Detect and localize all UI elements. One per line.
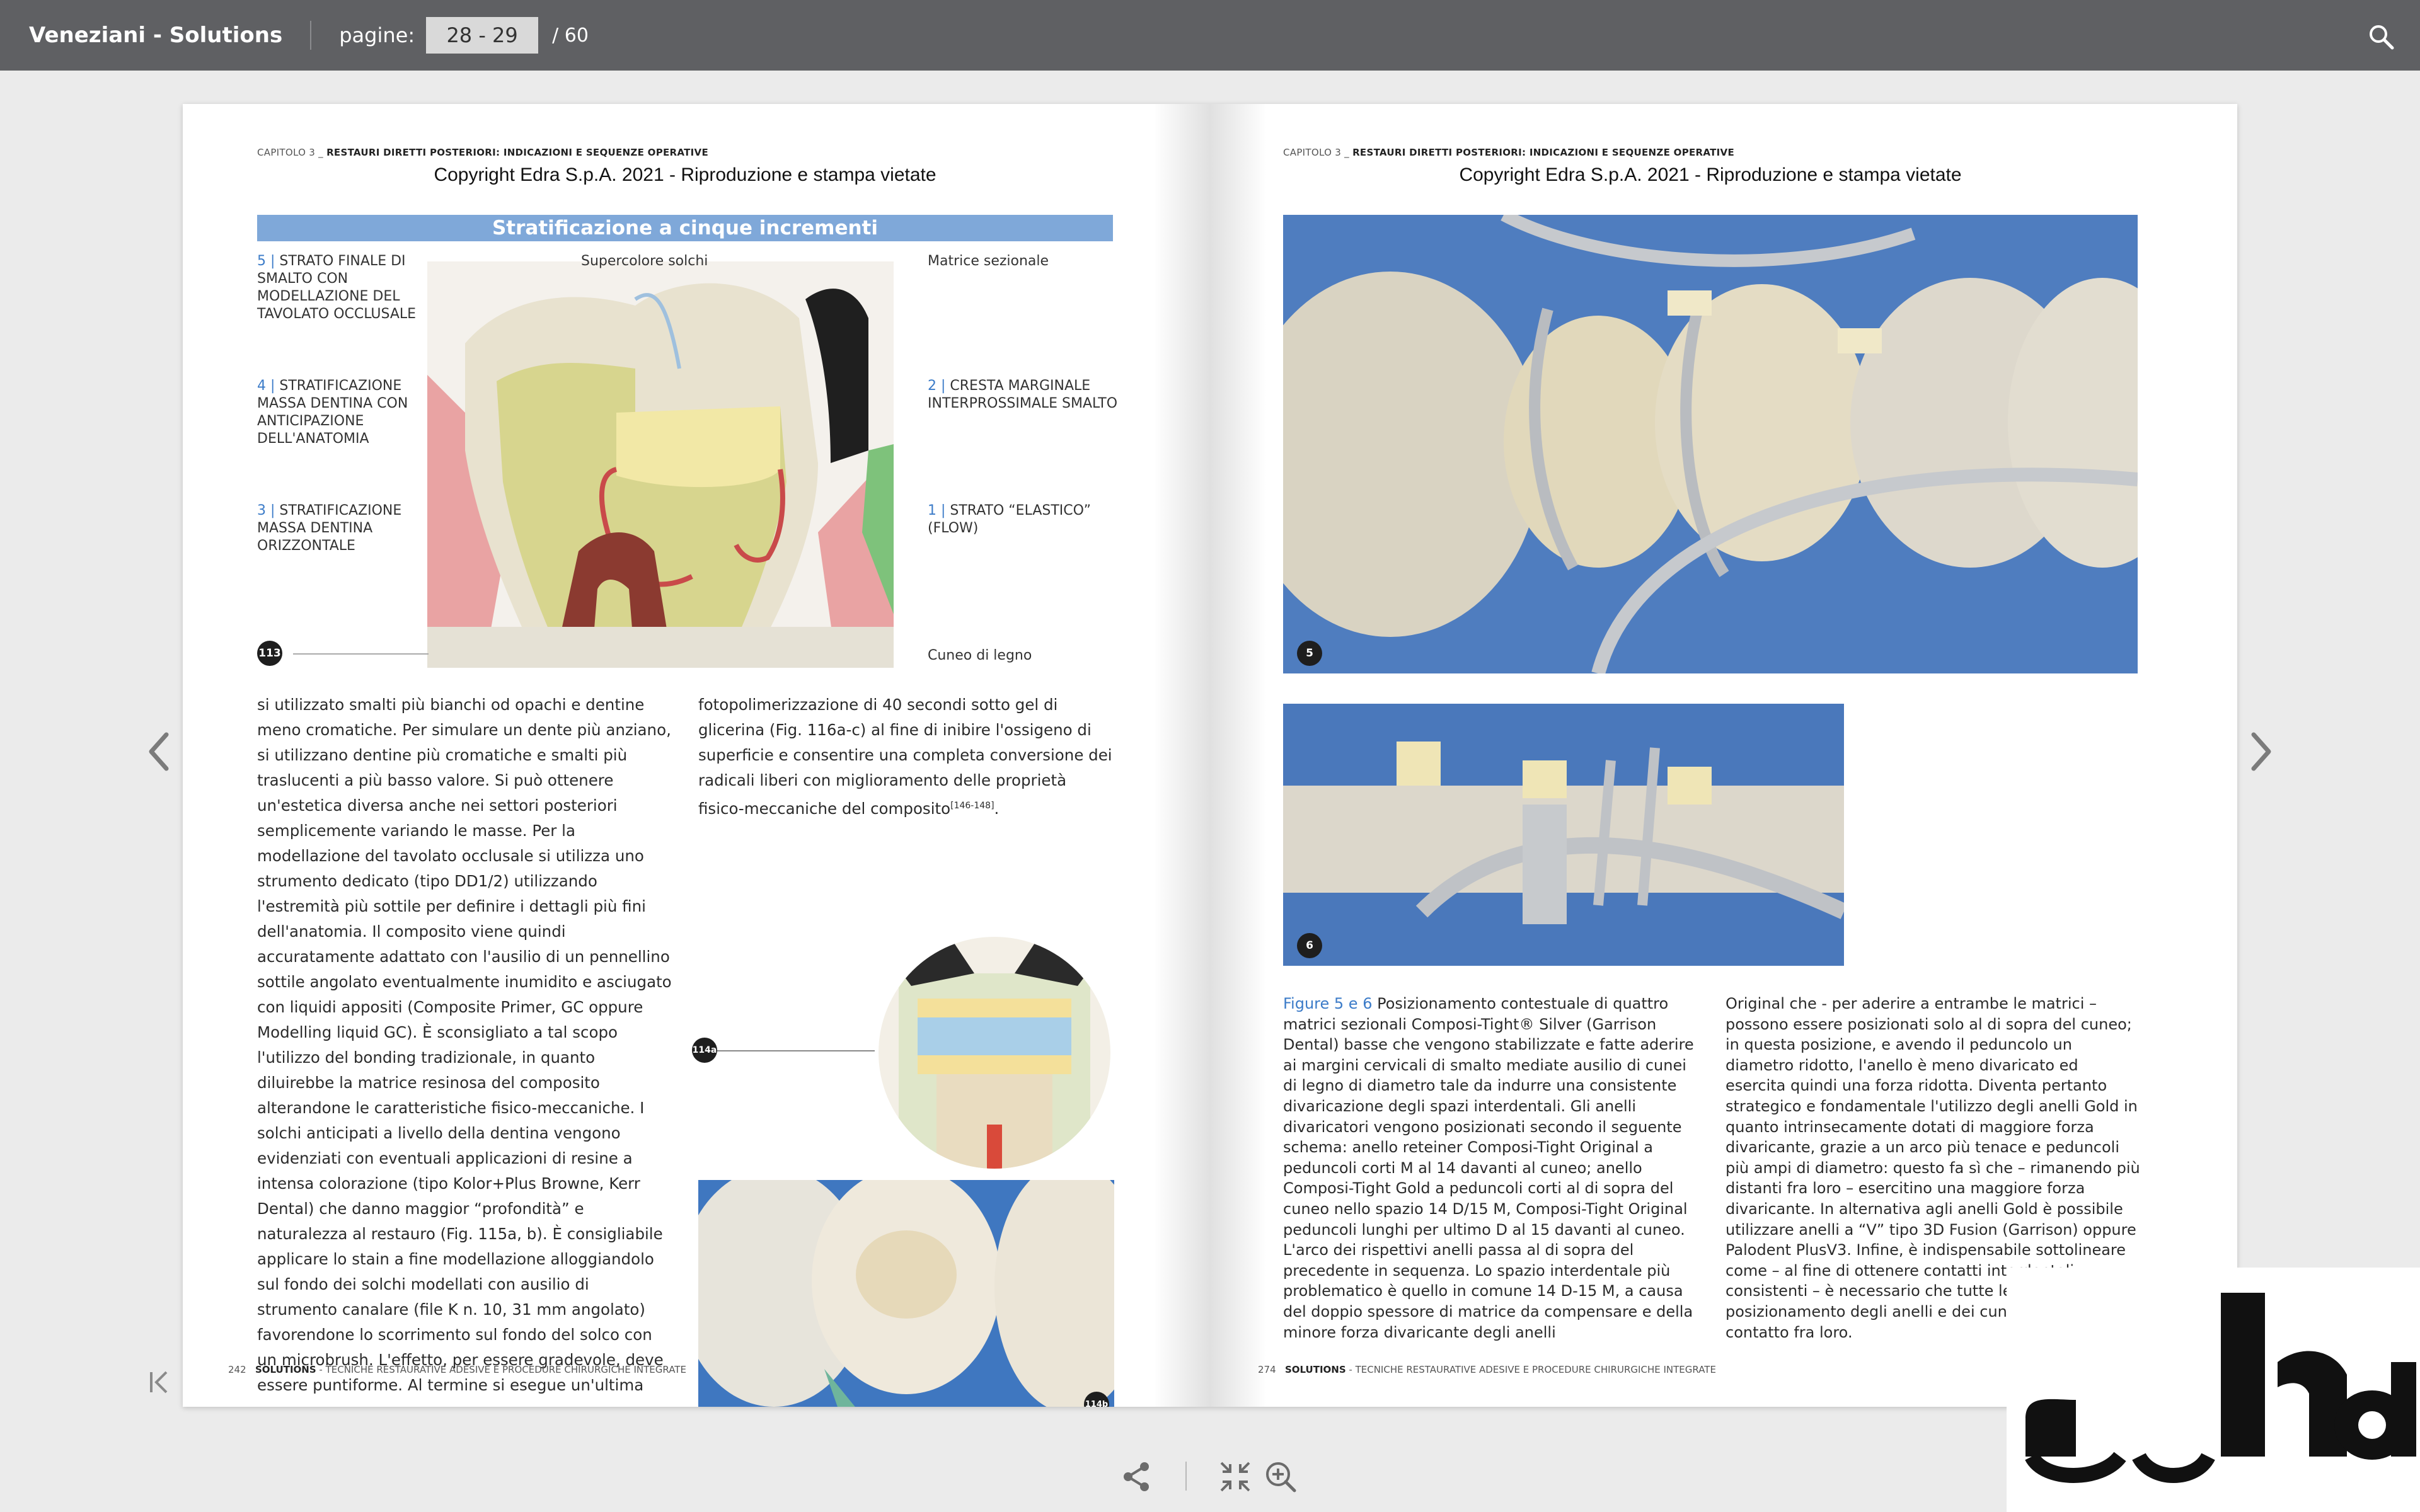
figure-badge-6: 6 [1297, 933, 1322, 958]
body-text-column-1: si utilizzato smalti più bianchi od opac… [257, 696, 672, 1394]
copyright-notice: Copyright Edra S.p.A. 2021 - Riproduzion… [434, 164, 936, 185]
running-head: CAPITOLO 3 _ RESTAURI DIRETTI POSTERIORI… [257, 147, 709, 158]
figure-label-cuneo: Cuneo di legno [928, 648, 1032, 663]
search-icon[interactable] [2367, 23, 2395, 50]
right-page: CAPITOLO 3 _ RESTAURI DIRETTI POSTERIORI… [1210, 104, 2237, 1407]
page-gutter-shadow [1153, 104, 1210, 1407]
figure-label-layer-1: 1 | STRATO “ELASTICO” (FLOW) [928, 503, 1091, 536]
page-gutter-shadow [1210, 104, 1267, 1407]
figure-caption-column-1: Figure 5 e 6 Posizionamento contestuale … [1283, 995, 1694, 1341]
share-icon[interactable] [1119, 1459, 1155, 1494]
matrix-placement-photo-5 [1283, 215, 2138, 673]
document-title: Veneziani - Solutions [29, 23, 283, 48]
toolbar-divider [1185, 1462, 1187, 1491]
figure-title: Stratificazione a cinque incrementi [257, 215, 1113, 241]
left-page: CAPITOLO 3 _ RESTAURI DIRETTI POSTERIORI… [183, 104, 1210, 1407]
shrink-icon[interactable] [1218, 1459, 1253, 1494]
zoom-in-icon[interactable] [1263, 1459, 1298, 1494]
figure-label-layer-4: 4 | STRATIFICAZIONE MASSA DENTINA CON AN… [257, 378, 408, 447]
tooth-section-circle-illustration [879, 937, 1110, 1169]
book-spread: CAPITOLO 3 _ RESTAURI DIRETTI POSTERIORI… [183, 104, 2237, 1407]
tooth-stratification-illustration [427, 261, 894, 668]
top-toolbar: Veneziani - Solutions pagine: / 60 [0, 0, 2420, 71]
copyright-notice: Copyright Edra S.p.A. 2021 - Riproduzion… [1459, 164, 1962, 185]
edra-logo [2007, 1268, 2420, 1512]
page-footer: 274 SOLUTIONS - TECNICHE RESTAURATIVE AD… [1258, 1364, 1716, 1375]
figure-leader-line [705, 1050, 875, 1051]
figure-label-layer-5: 5 | STRATO FINALE DI SMALTO CON MODELLAZ… [257, 253, 417, 322]
toolbar-divider [310, 21, 312, 50]
page-total: / 60 [552, 24, 589, 47]
running-head: CAPITOLO 3 _ RESTAURI DIRETTI POSTERIORI… [1283, 147, 1735, 158]
figure-label-layer-2: 2 | CRESTA MARGINALE INTERPROSSIMALE SMA… [928, 378, 1118, 411]
chevron-left-icon[interactable] [140, 723, 178, 780]
figure-badge-114a: 114a [692, 1038, 717, 1063]
page-number-input[interactable] [426, 17, 539, 54]
matrix-placement-photo-6 [1283, 704, 1844, 966]
occlusal-teeth-photo [698, 1180, 1114, 1407]
pages-label: pagine: [339, 23, 415, 47]
figure-label-matrice: Matrice sezionale [928, 253, 1049, 269]
chevron-right-icon[interactable] [2242, 723, 2280, 780]
figure-badge-113: 113 [257, 641, 282, 666]
figure-leader-line [293, 653, 429, 655]
page-footer: 242 SOLUTIONS - TECNICHE RESTAURATIVE AD… [228, 1364, 686, 1375]
first-page-icon[interactable] [142, 1365, 178, 1400]
figure-label-layer-3: 3 | STRATIFICAZIONE MASSA DENTINA ORIZZO… [257, 503, 402, 554]
figure-badge-5: 5 [1297, 641, 1322, 666]
body-text-column-2: fotopolimerizzazione di 40 secondi sotto… [698, 696, 1112, 818]
figure-label-supercolore: Supercolore solchi [581, 253, 708, 269]
